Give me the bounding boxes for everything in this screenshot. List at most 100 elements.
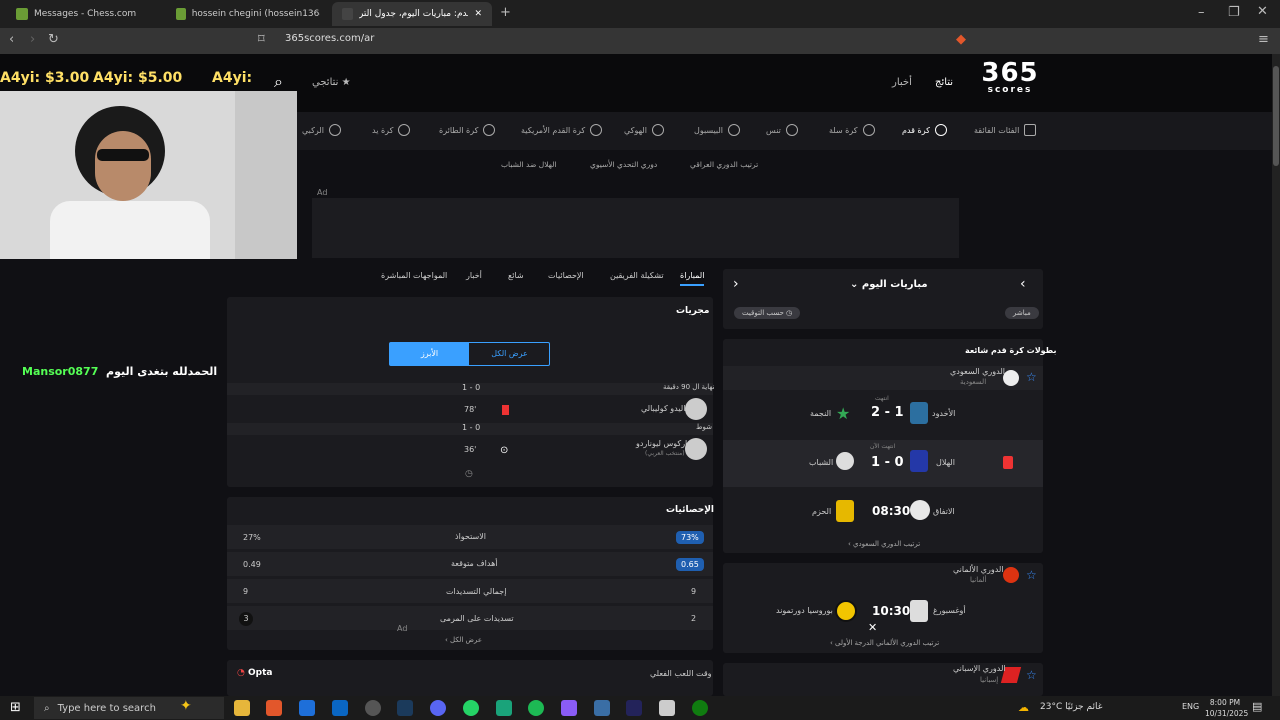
url-field[interactable]: 365scores.com/ar bbox=[285, 33, 900, 49]
stats-view-all[interactable]: ‹ عرض الكل bbox=[445, 636, 482, 644]
stats-title: الإحصائيات bbox=[666, 505, 714, 515]
tab-match[interactable]: المباراة bbox=[680, 271, 705, 286]
ad-banner[interactable] bbox=[312, 198, 959, 258]
nav-results[interactable]: نتائج bbox=[935, 77, 953, 88]
spotify-icon[interactable] bbox=[528, 700, 544, 716]
taskbar-search[interactable]: ⌕ Type here to search bbox=[34, 697, 224, 719]
basketball-icon bbox=[862, 124, 875, 136]
sport-tab-baseball[interactable]: البيسبول bbox=[694, 124, 740, 136]
nav-news[interactable]: أخبار bbox=[892, 77, 912, 88]
notifications-icon[interactable]: ▤ bbox=[1252, 700, 1262, 713]
app-icon[interactable] bbox=[659, 700, 675, 716]
windows-start-icon[interactable]: ⊞ bbox=[10, 700, 21, 715]
playtime-title: وقت اللعب الفعلي bbox=[650, 669, 712, 678]
minimize-icon[interactable]: – bbox=[1198, 5, 1205, 20]
star-icon[interactable]: ☆ bbox=[1026, 370, 1037, 384]
team-logo bbox=[836, 452, 854, 470]
tab-trending[interactable]: شائع bbox=[508, 271, 524, 280]
home-team[interactable]: الأخدود bbox=[932, 409, 955, 418]
restore-icon[interactable]: ❐ bbox=[1228, 5, 1240, 20]
next-day-icon[interactable]: › bbox=[733, 276, 739, 292]
home-team[interactable]: أوغسبورغ bbox=[933, 606, 966, 615]
home-team[interactable]: الهلال bbox=[936, 458, 955, 467]
brave-icon[interactable] bbox=[266, 700, 282, 716]
sport-tab-hockey[interactable]: الهوكي bbox=[624, 124, 664, 136]
brave-shield-icon[interactable]: ◆ bbox=[956, 32, 966, 47]
event-player[interactable]: خاليدو كوليبالي bbox=[641, 404, 691, 413]
away-team[interactable]: النجمة bbox=[810, 409, 831, 418]
tab-news[interactable]: أخبار bbox=[466, 271, 482, 280]
app-icon[interactable] bbox=[561, 700, 577, 716]
nav-favorites[interactable]: نتائجي ★ bbox=[312, 77, 351, 88]
star-icon[interactable]: ☆ bbox=[1026, 568, 1037, 582]
app-icon[interactable] bbox=[594, 700, 610, 716]
new-tab-icon[interactable]: + bbox=[500, 5, 511, 20]
search-icon[interactable]: ⌕ bbox=[274, 72, 283, 92]
close-icon[interactable]: ✕ bbox=[474, 9, 482, 19]
back-icon[interactable]: ‹ bbox=[9, 32, 14, 47]
prev-day-icon[interactable]: ‹ bbox=[1020, 276, 1026, 292]
key-events-button[interactable]: الأبرز bbox=[390, 343, 469, 365]
all-events-button[interactable]: عرض الكل bbox=[470, 343, 549, 365]
xbox-icon[interactable] bbox=[692, 700, 708, 716]
sport-tab-0[interactable]: الفئات الفائقة bbox=[974, 124, 1037, 136]
tab-365scores[interactable]: كرة قدم: مباريات اليوم، جدول التر✕ bbox=[332, 2, 492, 26]
app-icon[interactable] bbox=[626, 700, 642, 716]
menu-icon[interactable]: ≡ bbox=[1258, 32, 1269, 47]
window-close-icon[interactable]: ✕ bbox=[1257, 4, 1268, 19]
event-player[interactable]: ماركوس ليوناردو bbox=[636, 439, 692, 448]
reload-icon[interactable]: ↻ bbox=[48, 32, 59, 47]
sport-tab-tennis[interactable]: تنس bbox=[766, 124, 798, 136]
away-team[interactable]: الشباب bbox=[809, 458, 833, 467]
chevron-left-icon: ‹ bbox=[830, 639, 833, 647]
home-team[interactable]: الاتفاق bbox=[933, 507, 955, 516]
stat-label: إجمالي التسديدات bbox=[446, 587, 507, 596]
away-team[interactable]: الحزم bbox=[812, 507, 831, 516]
file-explorer-icon[interactable] bbox=[234, 700, 250, 716]
page-scrollbar[interactable] bbox=[1272, 54, 1280, 696]
standings-link[interactable]: ‹ ترتيب الدوري السعودي bbox=[848, 540, 920, 548]
forward-icon[interactable]: › bbox=[30, 32, 35, 47]
site-logo[interactable]: 365 scores bbox=[970, 60, 1050, 108]
tab-h2h[interactable]: المواجهات المباشرة bbox=[381, 271, 447, 280]
tab-chess[interactable]: Messages - Chess.com bbox=[6, 2, 164, 26]
search-icon: ⌕ bbox=[44, 702, 50, 714]
quicklink-iraq[interactable]: ترتيب الدوري العراقي bbox=[690, 160, 758, 176]
steam-icon[interactable] bbox=[397, 700, 413, 716]
by-time-button[interactable]: حسب التوقيت ◷ bbox=[734, 307, 801, 319]
tab-stats[interactable]: الإحصائيات bbox=[548, 271, 584, 280]
sport-tab-handball[interactable]: كرة يد bbox=[372, 124, 411, 136]
language-indicator[interactable]: ENG bbox=[1182, 702, 1199, 711]
bookmark-icon[interactable]: ⌑ bbox=[258, 32, 265, 47]
close-icon[interactable]: ✕ bbox=[868, 621, 877, 634]
event-player-sub: (منتخب العربي) bbox=[645, 450, 685, 457]
live-button[interactable]: مباشر bbox=[1005, 307, 1039, 319]
away-team[interactable]: بوروسيا دورتموند bbox=[776, 606, 833, 615]
sport-tab-football[interactable]: كرة قدم bbox=[902, 124, 947, 136]
match-score[interactable]: 2 - 1 bbox=[871, 405, 904, 420]
obs-icon[interactable] bbox=[365, 700, 381, 716]
quicklink-match[interactable]: الهلال ضد الشباب bbox=[501, 160, 557, 176]
sport-tab-rugby[interactable]: الركبي bbox=[302, 124, 341, 136]
match-score[interactable]: 1 - 0 bbox=[871, 455, 904, 470]
store-icon[interactable] bbox=[299, 700, 315, 716]
chevron-down-icon: ⌄ bbox=[850, 279, 859, 290]
sport-tab-basketball[interactable]: كرة سلة bbox=[829, 124, 875, 136]
outlook-icon[interactable] bbox=[332, 700, 348, 716]
whatsapp-icon[interactable] bbox=[463, 700, 479, 716]
standings-link[interactable]: ‹ ترتيب الدوري الألماني الدرجة الأولى bbox=[830, 639, 939, 647]
quicklink-afc[interactable]: دوري التحدي الأسيوي bbox=[590, 160, 657, 176]
weather-text[interactable]: 23°C غائم جزئيًا bbox=[1040, 702, 1102, 712]
scroll-thumb[interactable] bbox=[1273, 66, 1279, 166]
discord-icon[interactable] bbox=[430, 700, 446, 716]
clock[interactable]: 8:00 PM 10/31/2025 bbox=[1205, 697, 1248, 719]
tab-lineups[interactable]: تشكيلة الفريقين bbox=[610, 271, 664, 280]
star-icon: ★ bbox=[341, 77, 351, 88]
sport-tab-american-football[interactable]: كرة القدم الأمريكية bbox=[521, 124, 603, 136]
today-title[interactable]: ⌄ مباريات اليوم bbox=[850, 279, 928, 290]
star-icon[interactable]: ☆ bbox=[1026, 668, 1037, 682]
sport-tab-volleyball[interactable]: كرة الطائرة bbox=[439, 124, 496, 136]
tab-hossein[interactable]: hossein chegini (hossein13646) - ية bbox=[166, 2, 330, 26]
chevron-left-icon: ‹ bbox=[445, 636, 448, 644]
app-icon[interactable] bbox=[496, 700, 512, 716]
